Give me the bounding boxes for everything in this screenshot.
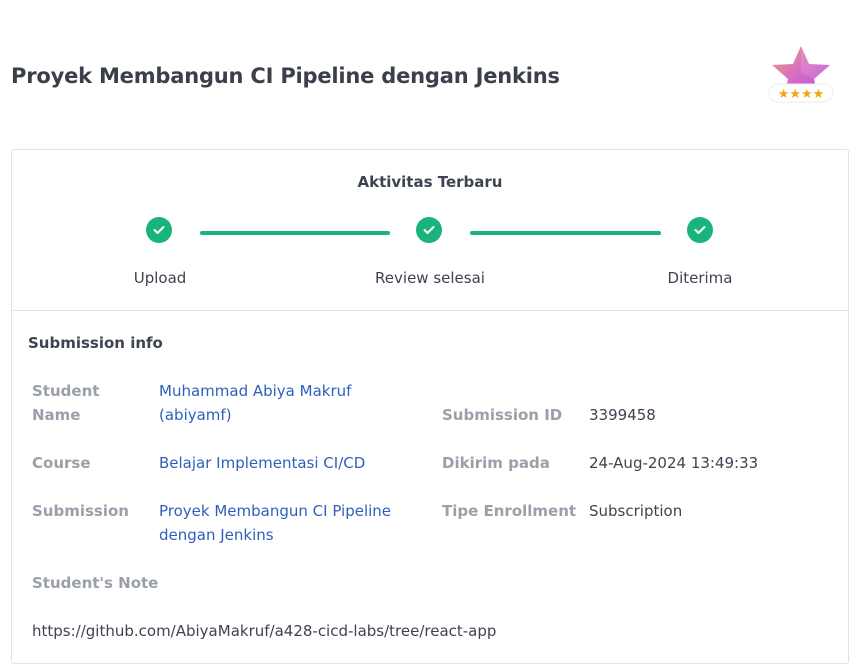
student-name-link[interactable]: Muhammad Abiya Makruf bbox=[159, 379, 351, 403]
svg-text:★★★★: ★★★★ bbox=[778, 87, 825, 102]
student-username-link[interactable]: (abiyamf) bbox=[159, 403, 232, 427]
submission-id-label: Submission ID bbox=[442, 406, 563, 424]
submission-label: Submission bbox=[32, 502, 129, 520]
check-icon bbox=[687, 217, 713, 243]
star-badge-icon: ★★★★ bbox=[763, 42, 839, 112]
step-label-upload: Upload bbox=[133, 269, 187, 287]
submission-info-title: Submission info bbox=[28, 334, 163, 352]
progress-line-2 bbox=[470, 231, 661, 235]
submission-link[interactable]: Proyek Membangun CI Pipeline bbox=[159, 499, 391, 523]
sent-at-label: Dikirim pada bbox=[442, 454, 550, 472]
page-title: Proyek Membangun CI Pipeline dengan Jenk… bbox=[11, 64, 560, 88]
step-label-accepted: Diterima bbox=[667, 269, 733, 287]
submission-id-value: 3399458 bbox=[589, 406, 656, 424]
check-icon bbox=[416, 217, 442, 243]
submission-card: Aktivitas Terbaru Upload Review selesai … bbox=[11, 149, 849, 664]
student-note-value: https://github.com/AbiyaMakruf/a428-cicd… bbox=[32, 622, 497, 640]
check-icon bbox=[146, 217, 172, 243]
enrollment-type-label: Tipe Enrollment bbox=[442, 502, 577, 520]
divider bbox=[12, 310, 848, 311]
student-note-label: Student's Note bbox=[32, 574, 159, 592]
progress-line-1 bbox=[200, 231, 390, 235]
submission-link-line2[interactable]: dengan Jenkins bbox=[159, 523, 274, 547]
course-link[interactable]: Belajar Implementasi CI/CD bbox=[159, 451, 365, 475]
enrollment-type-value: Subscription bbox=[589, 502, 683, 520]
student-name-label: Student Name bbox=[32, 382, 100, 424]
sent-at-value: 24-Aug-2024 13:49:33 bbox=[589, 454, 759, 472]
step-label-review: Review selesai bbox=[375, 269, 485, 287]
activity-title: Aktivitas Terbaru bbox=[357, 173, 503, 191]
course-label: Course bbox=[32, 454, 91, 472]
